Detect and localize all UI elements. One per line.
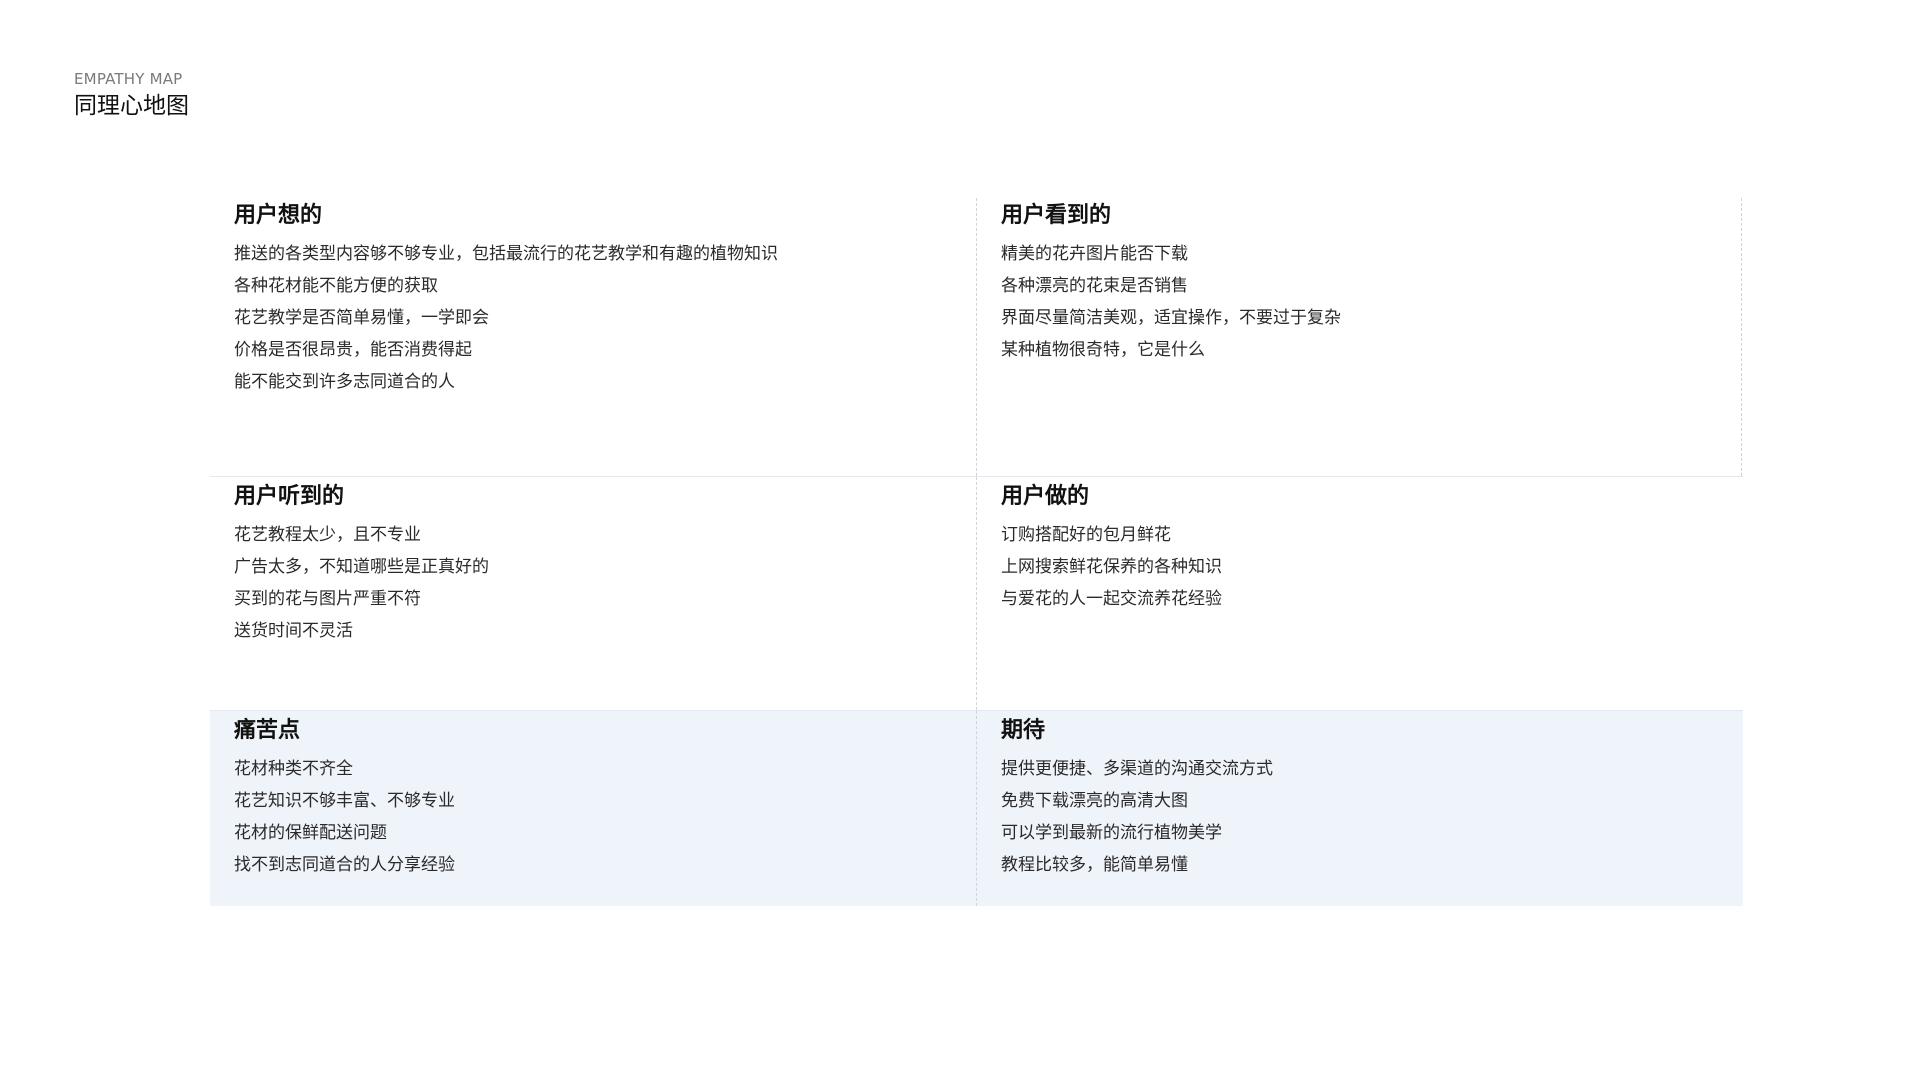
quadrant-gains: 期待 提供更便捷、多渠道的沟通交流方式 免费下载漂亮的高清大图 可以学到最新的流…	[976, 711, 1742, 906]
list-item: 找不到志同道合的人分享经验	[234, 855, 455, 875]
quadrant-title: 期待	[1001, 718, 1046, 743]
list-item: 花艺知识不够丰富、不够专业	[234, 791, 455, 811]
list-item: 各种花材能不能方便的获取	[234, 276, 438, 296]
quadrant-list: 提供更便捷、多渠道的沟通交流方式 免费下载漂亮的高清大图 可以学到最新的流行植物…	[1001, 753, 1742, 881]
quadrant-list: 花艺教程太少，且不专业 广告太多，不知道哪些是正真好的 买到的花与图片严重不符 …	[234, 519, 976, 647]
grid-row-2: 用户听到的 花艺教程太少，且不专业 广告太多，不知道哪些是正真好的 买到的花与图…	[210, 476, 1743, 710]
list-item: 花材的保鲜配送问题	[234, 823, 387, 843]
quadrant-sees: 用户看到的 精美的花卉图片能否下载 各种漂亮的花束是否销售 界面尽量简洁美观，适…	[976, 198, 1742, 476]
list-item: 可以学到最新的流行植物美学	[1001, 823, 1222, 843]
grid-row-1: 用户想的 推送的各类型内容够不够专业，包括最流行的花艺教学和有趣的植物知识 各种…	[210, 198, 1743, 476]
list-item: 价格是否很昂贵，能否消费得起	[234, 340, 472, 360]
list-item: 花材种类不齐全	[234, 759, 353, 779]
list-item: 上网搜索鲜花保养的各种知识	[1001, 557, 1222, 577]
page-eyebrow: EMPATHY MAP	[74, 70, 183, 88]
list-item: 花艺教学是否简单易懂，一学即会	[234, 308, 489, 328]
quadrant-title: 用户看到的	[1001, 203, 1112, 228]
list-item: 能不能交到许多志同道合的人	[234, 372, 455, 392]
list-item: 教程比较多，能简单易懂	[1001, 855, 1188, 875]
grid-row-3: 痛苦点 花材种类不齐全 花艺知识不够丰富、不够专业 花材的保鲜配送问题 找不到志…	[210, 710, 1743, 906]
quadrant-list: 推送的各类型内容够不够专业，包括最流行的花艺教学和有趣的植物知识 各种花材能不能…	[234, 238, 976, 398]
quadrant-pains: 痛苦点 花材种类不齐全 花艺知识不够丰富、不够专业 花材的保鲜配送问题 找不到志…	[210, 711, 976, 906]
quadrant-list: 花材种类不齐全 花艺知识不够丰富、不够专业 花材的保鲜配送问题 找不到志同道合的…	[234, 753, 976, 881]
quadrant-title: 痛苦点	[234, 718, 301, 743]
list-item: 推送的各类型内容够不够专业，包括最流行的花艺教学和有趣的植物知识	[234, 244, 778, 264]
quadrant-list: 精美的花卉图片能否下载 各种漂亮的花束是否销售 界面尽量简洁美观，适宜操作，不要…	[1001, 238, 1741, 366]
list-item: 与爱花的人一起交流养花经验	[1001, 589, 1222, 609]
quadrant-does: 用户做的 订购搭配好的包月鲜花 上网搜索鲜花保养的各种知识 与爱花的人一起交流养…	[976, 477, 1742, 710]
list-item: 买到的花与图片严重不符	[234, 589, 421, 609]
list-item: 精美的花卉图片能否下载	[1001, 244, 1188, 264]
list-item: 送货时间不灵活	[234, 621, 353, 641]
list-item: 界面尽量简洁美观，适宜操作，不要过于复杂	[1001, 308, 1341, 328]
list-item: 免费下载漂亮的高清大图	[1001, 791, 1188, 811]
quadrant-title: 用户想的	[234, 203, 323, 228]
quadrant-thinks: 用户想的 推送的各类型内容够不够专业，包括最流行的花艺教学和有趣的植物知识 各种…	[210, 198, 976, 476]
page-title: 同理心地图	[74, 93, 189, 119]
list-item: 各种漂亮的花束是否销售	[1001, 276, 1188, 296]
quadrant-hears: 用户听到的 花艺教程太少，且不专业 广告太多，不知道哪些是正真好的 买到的花与图…	[210, 477, 976, 710]
list-item: 订购搭配好的包月鲜花	[1001, 525, 1171, 545]
quadrant-list: 订购搭配好的包月鲜花 上网搜索鲜花保养的各种知识 与爱花的人一起交流养花经验	[1001, 519, 1742, 615]
list-item: 提供更便捷、多渠道的沟通交流方式	[1001, 759, 1273, 779]
list-item: 某种植物很奇特，它是什么	[1001, 340, 1205, 360]
quadrant-title: 用户做的	[1001, 484, 1090, 509]
empathy-map-grid: 用户想的 推送的各类型内容够不够专业，包括最流行的花艺教学和有趣的植物知识 各种…	[210, 198, 1743, 906]
page-header: EMPATHY MAP 同理心地图	[74, 70, 189, 122]
list-item: 广告太多，不知道哪些是正真好的	[234, 557, 489, 577]
list-item: 花艺教程太少，且不专业	[234, 525, 421, 545]
quadrant-title: 用户听到的	[234, 484, 345, 509]
